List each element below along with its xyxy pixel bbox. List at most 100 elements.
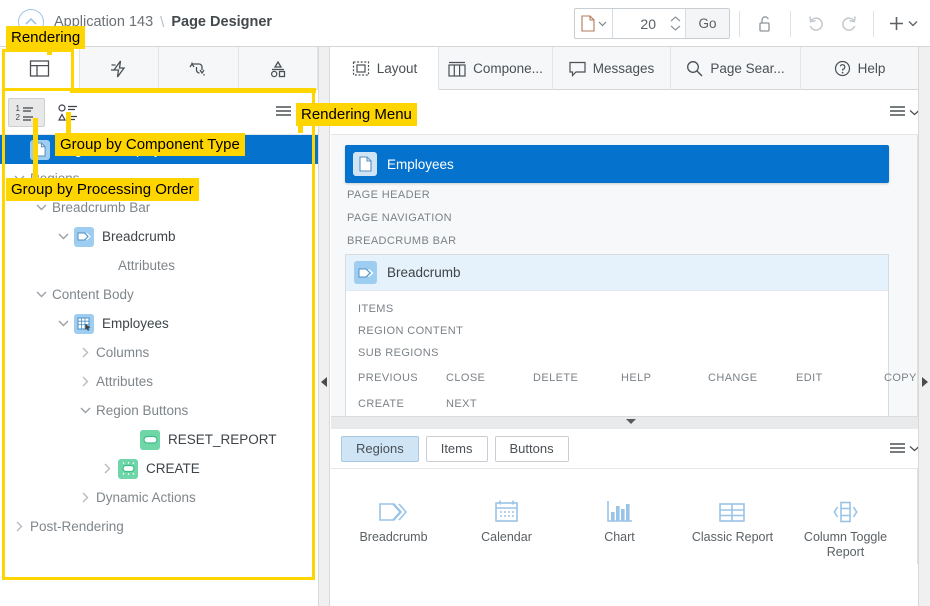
tab-rendering[interactable] — [0, 47, 80, 90]
tree-node-label: Attributes — [118, 258, 176, 273]
layout-panel: Layout Compone... Messages Page Sear... Help… — [331, 47, 930, 606]
layout-icon — [352, 60, 370, 77]
tree-node-label: RESET_REPORT — [168, 432, 277, 447]
layout-canvas: Employees PAGE HEADER PAGE NAVIGATION BREA… — [331, 135, 930, 417]
layout-menu-button[interactable] — [889, 105, 920, 119]
gallery-item-label: Chart — [604, 530, 635, 544]
tree-node-label: Breadcrumb Bar — [52, 200, 151, 215]
tree-node[interactable]: RESET_REPORT — [0, 425, 318, 454]
tree-node-label: Content Body — [52, 287, 134, 302]
top-toolbar: Application 143 \ Page Designer Go — [0, 0, 930, 47]
gallery-tab-buttons[interactable]: Buttons — [494, 435, 569, 462]
layout-subregion-label: Breadcrumb — [387, 265, 461, 280]
gallery-item[interactable]: Breadcrumb — [337, 483, 450, 560]
layout-button-placeholder[interactable]: PREVIOUS — [358, 372, 418, 384]
gallery-tab-regions[interactable]: Regions — [341, 435, 419, 462]
callout-leader-group-processing-order — [33, 118, 38, 180]
svg-text:1: 1 — [16, 104, 21, 113]
tree-toggle-down-icon[interactable] — [30, 290, 52, 299]
tab-processing[interactable] — [159, 47, 239, 90]
tree-toggle-down-icon[interactable] — [52, 319, 74, 328]
tree-toggle-right-icon[interactable] — [74, 376, 96, 387]
collapse-right-arrow-icon[interactable] — [922, 377, 928, 387]
layout-button-placeholder[interactable]: COPY — [884, 372, 917, 384]
layout-slot-label[interactable]: BREADCRUMB BAR — [345, 229, 889, 252]
tree-node[interactable]: Breadcrumb — [0, 222, 318, 251]
unlock-icon[interactable] — [749, 9, 781, 39]
message-icon — [569, 61, 586, 77]
tree-node-label: Columns — [96, 345, 150, 360]
gallery-item[interactable]: Chart — [563, 483, 676, 560]
tree-toggle-right-icon[interactable] — [74, 347, 96, 358]
tree-node[interactable]: Attributes — [0, 251, 318, 280]
group-by-processing-order-button[interactable]: 12 — [8, 97, 45, 127]
tab-messages[interactable]: Messages — [553, 47, 671, 90]
rendering-tree[interactable]: Page 20: EmployeesRegionsBreadcrumb BarB… — [0, 135, 318, 606]
gallery-menu-button[interactable] — [889, 442, 920, 456]
add-button[interactable] — [883, 14, 922, 33]
tab-dynamic-actions[interactable] — [80, 47, 159, 90]
layout-button-placeholder[interactable]: CLOSE — [446, 372, 485, 384]
layout-button-placeholder[interactable]: NEXT — [446, 398, 477, 410]
page-designer-window: Application 143 \ Page Designer Go — [0, 0, 930, 606]
layout-page-region[interactable]: Employees — [345, 145, 889, 183]
divider — [739, 10, 740, 37]
tab-label: Layout — [376, 60, 418, 76]
calendar-icon — [494, 483, 519, 523]
redo-icon[interactable] — [832, 9, 864, 39]
layout-subregion-slot-label[interactable]: SUB REGIONS — [356, 342, 888, 364]
layout-slot-label[interactable]: PAGE NAVIGATION — [345, 206, 889, 229]
page-icon[interactable] — [575, 9, 612, 38]
tree-node-label: Breadcrumb — [102, 229, 176, 244]
layout-button-placeholder[interactable]: CHANGE — [708, 372, 757, 384]
tab-shared-components[interactable] — [239, 47, 318, 90]
layout-subregion-slot-label[interactable]: REGION CONTENT — [356, 320, 888, 342]
chevron-down-icon — [625, 419, 636, 424]
tree-toggle-right-icon[interactable] — [96, 463, 118, 474]
tab-layout[interactable]: Layout — [331, 47, 439, 90]
tab-help[interactable]: Help — [801, 47, 919, 90]
callout-rendering-menu: Rendering Menu — [296, 103, 417, 126]
tree-node[interactable]: Post-Rendering — [0, 512, 318, 541]
gallery-item[interactable]: Calendar — [450, 483, 563, 560]
layout-button-placeholder[interactable]: CREATE — [358, 398, 404, 410]
layout-subregion-slot-label[interactable]: ITEMS — [356, 298, 888, 320]
button-icon — [140, 429, 160, 450]
gallery-item[interactable]: Classic Report — [676, 483, 789, 560]
page-number-input[interactable] — [613, 14, 665, 33]
tree-toggle-down-icon[interactable] — [74, 406, 96, 415]
callout-group-by-processing-order: Group by Processing Order — [6, 178, 199, 201]
tree-node[interactable]: Content Body — [0, 280, 318, 309]
breadcrumb-current: Page Designer — [171, 14, 273, 30]
tab-label: Compone... — [473, 61, 543, 76]
layout-button-placeholder[interactable]: HELP — [621, 372, 651, 384]
layout-page-region-label: Employees — [387, 156, 454, 172]
undo-icon[interactable] — [800, 9, 832, 39]
collapse-left-arrow-icon[interactable] — [321, 377, 327, 387]
tree-toggle-right-icon[interactable] — [8, 521, 30, 532]
tree-node[interactable]: Employees — [0, 309, 318, 338]
tree-toggle-down-icon[interactable] — [30, 203, 52, 212]
tree-toggle-down-icon[interactable] — [52, 232, 74, 241]
layout-button-placeholder[interactable]: EDIT — [796, 372, 823, 384]
collapse-layout-bar[interactable] — [331, 417, 930, 429]
tab-compone[interactable]: Compone... — [439, 47, 553, 90]
page-icon — [353, 152, 377, 176]
tab-page-sear[interactable]: Page Sear... — [671, 47, 801, 90]
tree-node[interactable]: Attributes — [0, 367, 318, 396]
layout-button-placeholder[interactable]: DELETE — [533, 372, 578, 384]
right-splitter[interactable] — [918, 47, 930, 606]
tree-node[interactable]: Region Buttons — [0, 396, 318, 425]
layout-subregion-header[interactable]: Breadcrumb — [346, 255, 888, 291]
tree-node[interactable]: Dynamic Actions — [0, 483, 318, 512]
gallery-tab-items[interactable]: Items — [425, 435, 488, 462]
go-button[interactable]: Go — [685, 9, 729, 38]
tree-node[interactable]: Columns — [0, 338, 318, 367]
tree-node[interactable]: CREATE — [0, 454, 318, 483]
left-splitter[interactable] — [318, 47, 330, 606]
tree-toggle-right-icon[interactable] — [74, 492, 96, 503]
gallery-item[interactable]: Column Toggle Report — [789, 483, 902, 560]
callout-group-by-component-type: Group by Component Type — [55, 133, 245, 156]
layout-slot-label[interactable]: PAGE HEADER — [345, 183, 889, 206]
page-number-stepper[interactable] — [665, 9, 685, 38]
